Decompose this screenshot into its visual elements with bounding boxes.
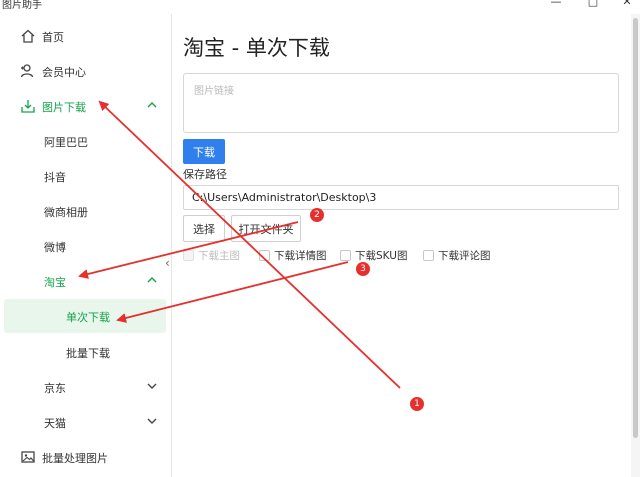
chevron-down-icon xyxy=(147,383,157,389)
sidebar-item-taobao[interactable]: 淘宝 xyxy=(0,264,172,298)
scrollbar[interactable] xyxy=(631,14,640,477)
sidebar-item-label: 首页 xyxy=(42,31,64,44)
sidebar-item-batch-download[interactable]: 批量下载 xyxy=(0,335,172,369)
sidebar-item-label: 京东 xyxy=(44,382,66,395)
sidebar-item-download[interactable]: 图片下载 xyxy=(0,89,172,123)
sidebar-item-weishang[interactable]: 微商相册 xyxy=(0,194,172,228)
sidebar-item-label: 图片下载 xyxy=(42,101,86,114)
annotation-badge-1: 1 xyxy=(410,397,424,411)
download-icon xyxy=(21,100,35,113)
main-content: 淘宝 - 单次下载 下载 保存路径 选择 打开文件夹 下载主图 下载详情图 下载… xyxy=(172,14,628,477)
sidebar-item-label: 批量下载 xyxy=(66,347,110,360)
option-sku-images[interactable]: 下载SKU图 xyxy=(340,248,407,263)
checkbox[interactable] xyxy=(340,250,351,261)
image-link-input[interactable] xyxy=(183,73,619,133)
sidebar-item-jd[interactable]: 京东 xyxy=(0,370,172,404)
sidebar-item-member[interactable]: 会员中心 xyxy=(0,54,172,88)
image-icon xyxy=(21,451,35,463)
sidebar-item-label: 批量处理图片 xyxy=(42,452,108,465)
option-main-images[interactable]: 下载主图 xyxy=(183,248,240,263)
checkbox[interactable] xyxy=(183,250,194,261)
sidebar-item-label: 抖音 xyxy=(44,171,66,184)
choose-folder-button[interactable]: 选择 xyxy=(183,215,225,242)
option-label: 下载主图 xyxy=(198,250,240,262)
scrollbar-thumb[interactable] xyxy=(633,18,638,438)
sidebar-item-label: 微商相册 xyxy=(44,206,88,219)
sidebar-item-alibaba[interactable]: 阿里巴巴 xyxy=(0,124,172,158)
page-title: 淘宝 - 单次下载 xyxy=(183,36,330,60)
sidebar-item-label: 阿里巴巴 xyxy=(44,136,88,149)
save-path-input[interactable] xyxy=(183,185,619,210)
checkbox[interactable] xyxy=(259,250,270,261)
open-folder-button[interactable]: 打开文件夹 xyxy=(231,215,301,242)
title-bar: 图片助手 — □ ✕ xyxy=(0,0,640,14)
option-review-images[interactable]: 下载评论图 xyxy=(423,248,491,263)
download-button[interactable]: 下载 xyxy=(183,139,225,164)
sidebar-item-label: 微博 xyxy=(44,241,66,254)
chevron-up-icon xyxy=(147,102,157,108)
annotation-badge-3: 3 xyxy=(356,262,370,276)
sidebar-item-label: 会员中心 xyxy=(42,66,86,79)
sidebar-item-label: 单次下载 xyxy=(66,311,110,324)
user-add-icon xyxy=(20,64,34,78)
annotation-badge-2: 2 xyxy=(310,208,324,222)
sidebar-item-weibo[interactable]: 微博 xyxy=(0,229,172,263)
sidebar-item-label: 淘宝 xyxy=(44,276,66,289)
save-path-label: 保存路径 xyxy=(183,168,227,181)
chevron-down-icon xyxy=(147,418,157,424)
checkbox[interactable] xyxy=(423,250,434,261)
download-options: 下载主图 下载详情图 下载SKU图 下载评论图 xyxy=(183,248,623,264)
sidebar-item-tmall[interactable]: 天猫 xyxy=(0,405,172,439)
option-label: 下载SKU图 xyxy=(355,250,408,262)
sidebar: 首页 会员中心 图片下载 阿里巴巴 抖音 微商相册 微博 淘宝 单次下载 批量下… xyxy=(0,14,172,477)
sidebar-item-label: 天猫 xyxy=(44,417,66,430)
sidebar-item-home[interactable]: 首页 xyxy=(0,19,172,53)
minimize-button[interactable]: — xyxy=(546,0,566,10)
window-title: 图片助手 xyxy=(2,0,42,11)
sidebar-item-batch-process[interactable]: 批量处理图片 xyxy=(0,440,172,474)
chevron-up-icon xyxy=(147,277,157,283)
maximize-button[interactable]: □ xyxy=(583,0,603,10)
home-icon xyxy=(21,29,35,43)
option-label: 下载评论图 xyxy=(438,250,491,262)
option-label: 下载详情图 xyxy=(274,250,327,262)
option-detail-images[interactable]: 下载详情图 xyxy=(259,248,327,263)
close-button[interactable]: ✕ xyxy=(617,0,637,10)
sidebar-item-single-download[interactable]: 单次下载 xyxy=(4,299,166,333)
sidebar-item-douyin[interactable]: 抖音 xyxy=(0,159,172,193)
